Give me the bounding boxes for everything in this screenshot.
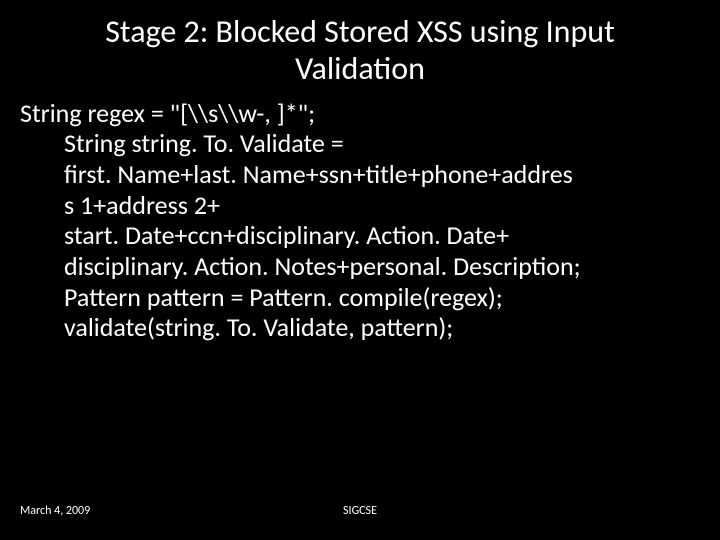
code-line: validate(string. To. Validate, pattern);: [20, 312, 700, 343]
title-line-2: Validation: [60, 51, 660, 88]
code-line: String string. To. Validate =: [20, 128, 700, 159]
slide-body: String regex = "[\\s\\w-, ]*"; String st…: [0, 96, 720, 343]
footer-conference: SIGCSE: [0, 504, 720, 518]
title-line-1: Stage 2: Blocked Stored XSS using Input: [60, 14, 660, 51]
code-line: s 1+address 2+: [20, 190, 700, 221]
slide-title: Stage 2: Blocked Stored XSS using Input …: [0, 0, 720, 96]
code-line: start. Date+ccn+disciplinary. Action. Da…: [20, 220, 700, 251]
code-line: String regex = "[\\s\\w-, ]*";: [20, 98, 700, 129]
code-line: Pattern pattern = Pattern. compile(regex…: [20, 282, 700, 313]
code-line: disciplinary. Action. Notes+personal. De…: [20, 251, 700, 282]
slide: Stage 2: Blocked Stored XSS using Input …: [0, 0, 720, 540]
code-line: first. Name+last. Name+ssn+title+phone+a…: [20, 159, 700, 190]
